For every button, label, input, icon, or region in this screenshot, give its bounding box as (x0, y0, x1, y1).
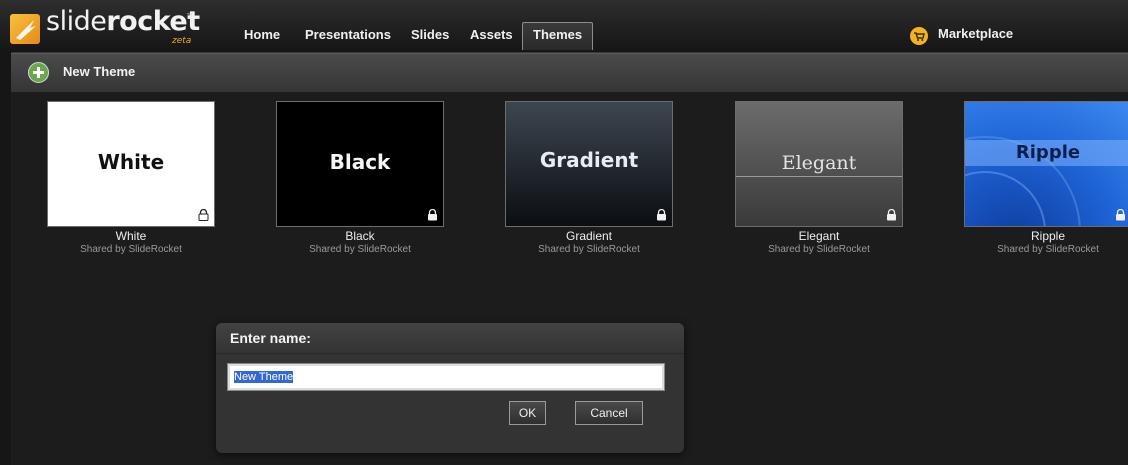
ok-button[interactable]: OK (509, 401, 546, 425)
tab-themes[interactable]: Themes (522, 22, 593, 50)
theme-thumbnail[interactable]: White (47, 101, 215, 227)
tab-presentations[interactable]: Presentations (305, 24, 391, 50)
theme-thumbnail[interactable]: Black (276, 101, 444, 227)
divider (736, 176, 902, 177)
rocket-logo-icon (10, 14, 40, 44)
thumbnail-title: Ripple (1015, 142, 1081, 163)
lock-icon (428, 209, 437, 221)
brand-wordmark: sliderocket (46, 6, 200, 37)
dialog-title: Enter name: (230, 330, 311, 346)
new-theme-button[interactable]: New Theme (63, 64, 135, 79)
theme-thumbnail[interactable]: Elegant (735, 101, 903, 227)
lock-icon (887, 209, 896, 221)
theme-name: Black (345, 229, 375, 243)
cancel-button[interactable]: Cancel (575, 401, 643, 425)
lock-icon (657, 209, 666, 221)
theme-thumbnail[interactable]: Gradient (505, 101, 673, 227)
theme-owner: Shared by SlideRocket (309, 244, 411, 255)
plus-circle-icon[interactable] (28, 62, 49, 83)
marketplace-link[interactable]: Marketplace (938, 26, 1013, 41)
top-bar: sliderocket ™ zeta Home Presentations Sl… (0, 0, 1128, 53)
theme-owner: Shared by SlideRocket (538, 244, 640, 255)
theme-name: White (115, 229, 147, 243)
brand-edition: zeta (172, 36, 192, 46)
thumbnail-title: Black (329, 150, 391, 174)
trademark-symbol: ™ (186, 12, 194, 21)
dialog-header: Enter name: (216, 323, 684, 354)
lock-icon (1116, 209, 1125, 221)
theme-owner: Shared by SlideRocket (80, 244, 182, 255)
ripple-pattern (965, 136, 1128, 226)
thumbnail-title: Gradient (539, 148, 639, 172)
theme-name: Elegant (798, 229, 840, 243)
enter-name-dialog: Enter name: OK Cancel (216, 323, 684, 453)
theme-name: Gradient (565, 229, 613, 243)
lock-icon (198, 209, 209, 221)
thumbnail-title: White (97, 150, 165, 174)
theme-owner: Shared by SlideRocket (768, 244, 870, 255)
tab-home[interactable]: Home (244, 24, 280, 50)
theme-name-input[interactable] (227, 363, 665, 391)
toolbar: New Theme (11, 53, 1128, 93)
thumbnail-title: Elegant (781, 152, 857, 174)
theme-owner: Shared by SlideRocket (997, 244, 1099, 255)
shopping-cart-icon[interactable] (910, 27, 928, 45)
theme-name: Ripple (1030, 229, 1066, 243)
tab-slides[interactable]: Slides (411, 24, 449, 50)
tab-assets[interactable]: Assets (470, 24, 513, 50)
theme-thumbnail[interactable]: Ripple (964, 101, 1128, 227)
